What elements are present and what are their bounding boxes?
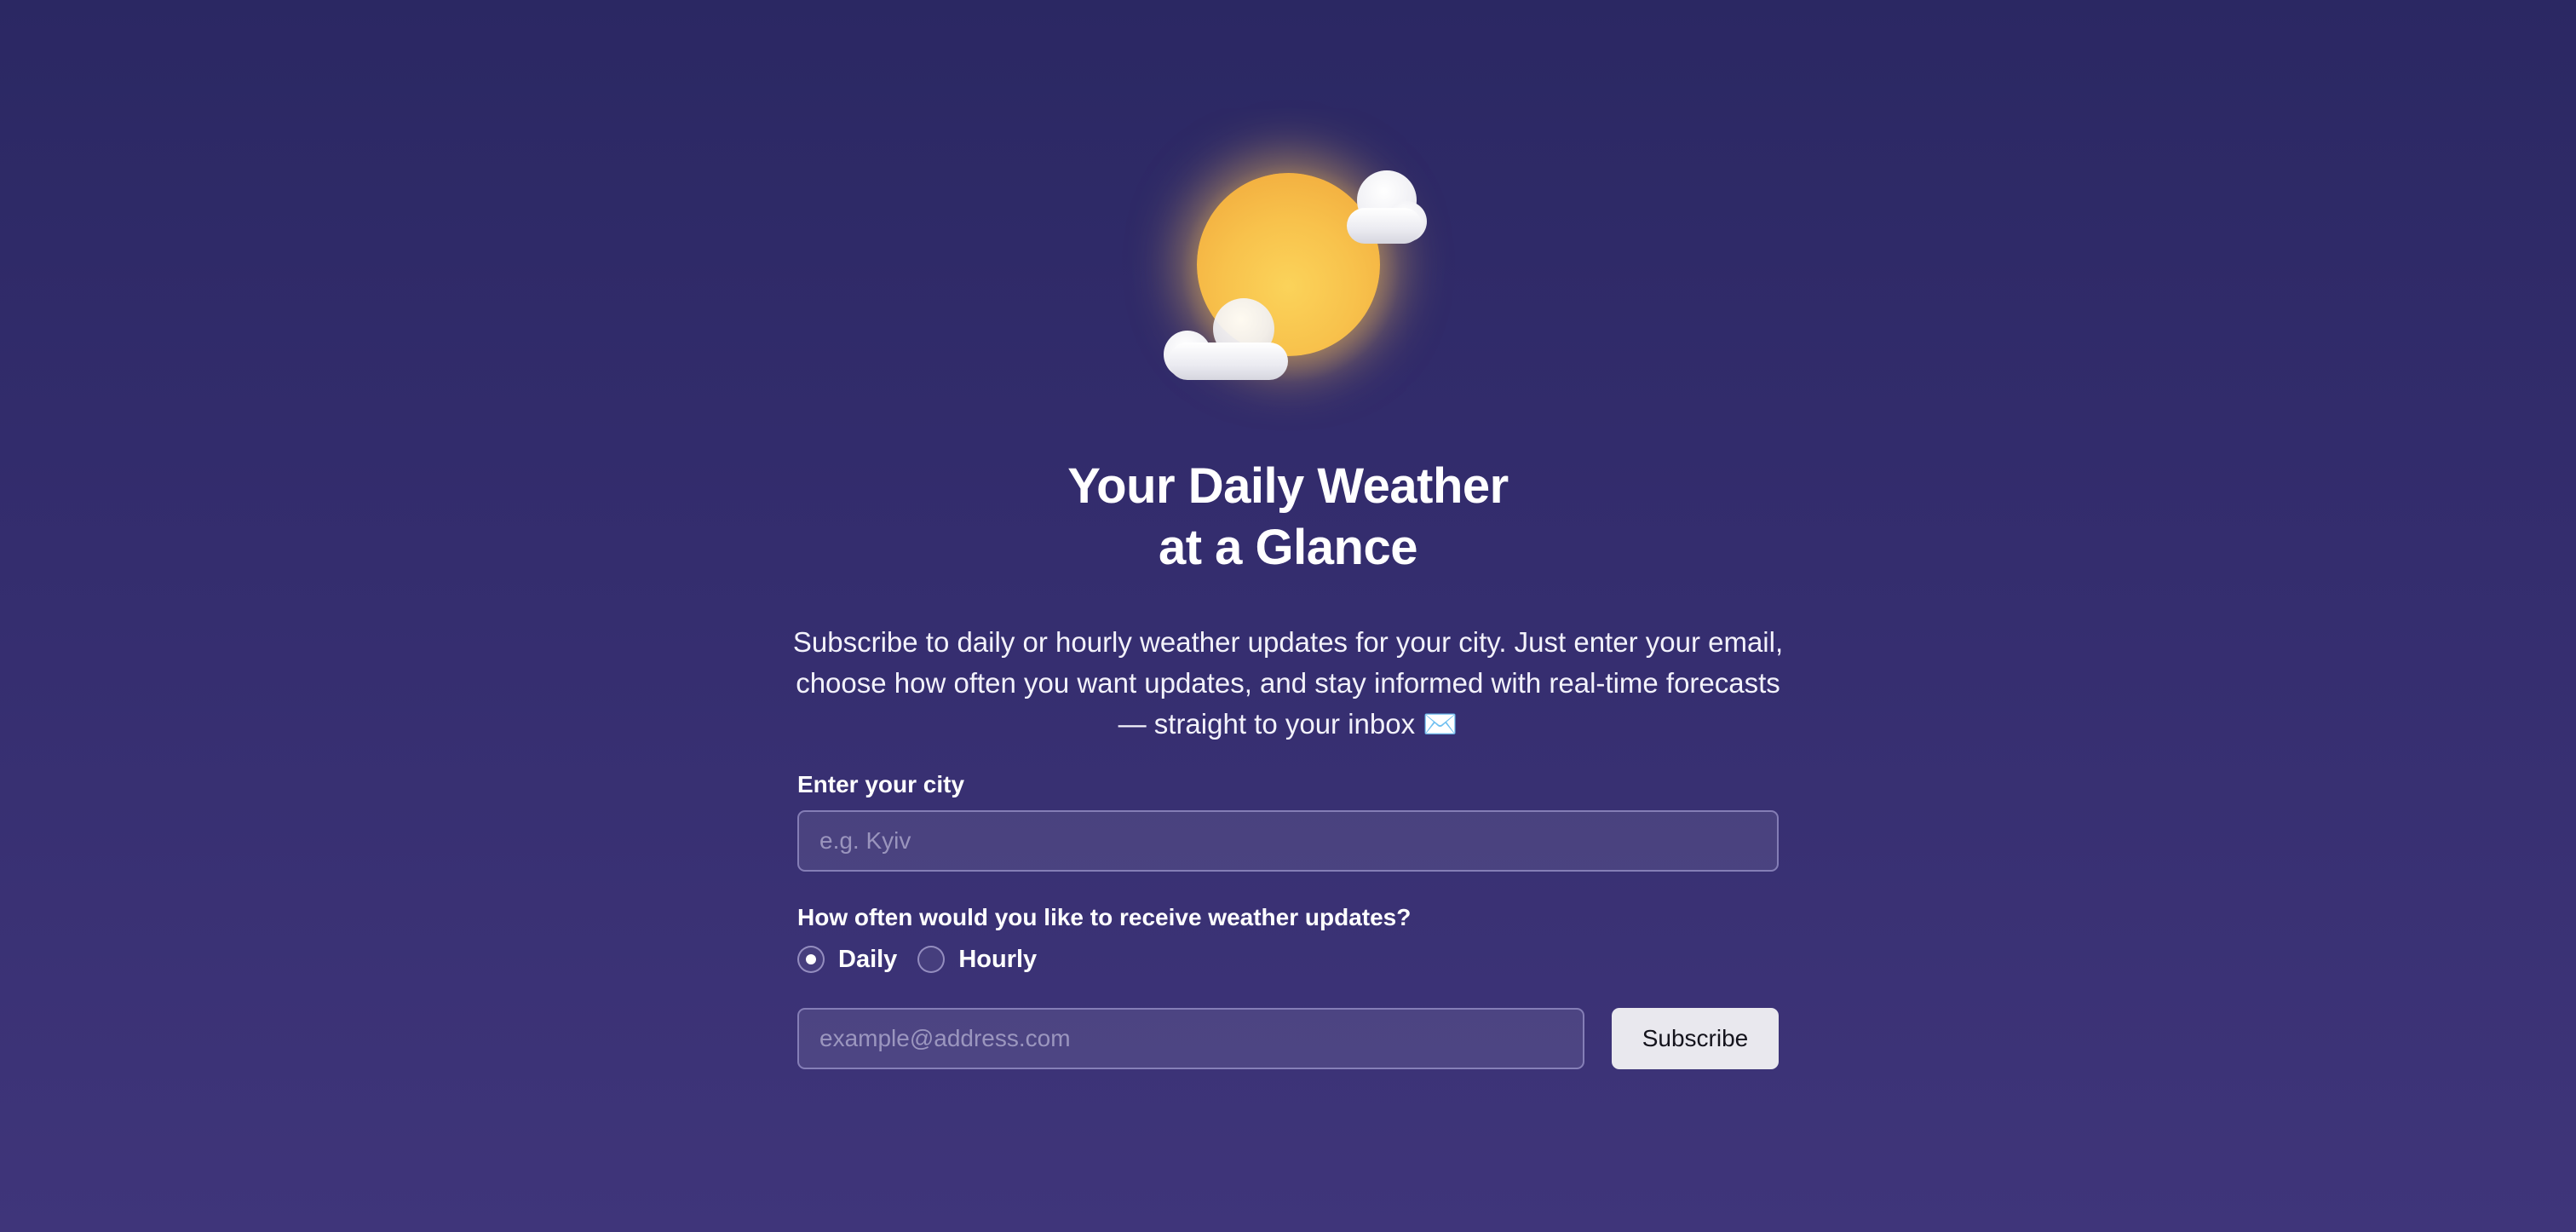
city-input[interactable] [797,810,1779,872]
frequency-option-daily[interactable]: Daily [797,946,897,974]
cloud-icon [1164,298,1291,383]
email-input[interactable] [797,1008,1584,1069]
subscription-form: Enter your city How often would you like… [797,771,1779,1069]
subscribe-row: Subscribe [797,1008,1779,1069]
radio-button-hourly[interactable] [917,946,946,973]
weather-illustration [1150,145,1440,392]
cloud-icon [1342,170,1427,247]
page-description: Subscribe to daily or hourly weather upd… [792,626,1784,740]
frequency-option-hourly[interactable]: Hourly [917,946,1037,974]
frequency-option-label: Daily [838,945,898,973]
page-title: Your Daily Weather at a Glance [0,456,2576,579]
frequency-label: How often would you like to receive weat… [797,904,1412,930]
subscribe-button[interactable]: Subscribe [1612,1008,1779,1069]
city-label: Enter your city [797,771,965,797]
radio-button-daily[interactable] [797,946,825,973]
frequency-group: How often would you like to receive weat… [797,904,1779,976]
page-title-line-2: at a Glance [1159,520,1417,575]
frequency-options: Daily Hourly [797,943,1779,976]
page-title-line-1: Your Daily Weather [1067,458,1509,514]
frequency-option-label: Hourly [958,945,1038,973]
